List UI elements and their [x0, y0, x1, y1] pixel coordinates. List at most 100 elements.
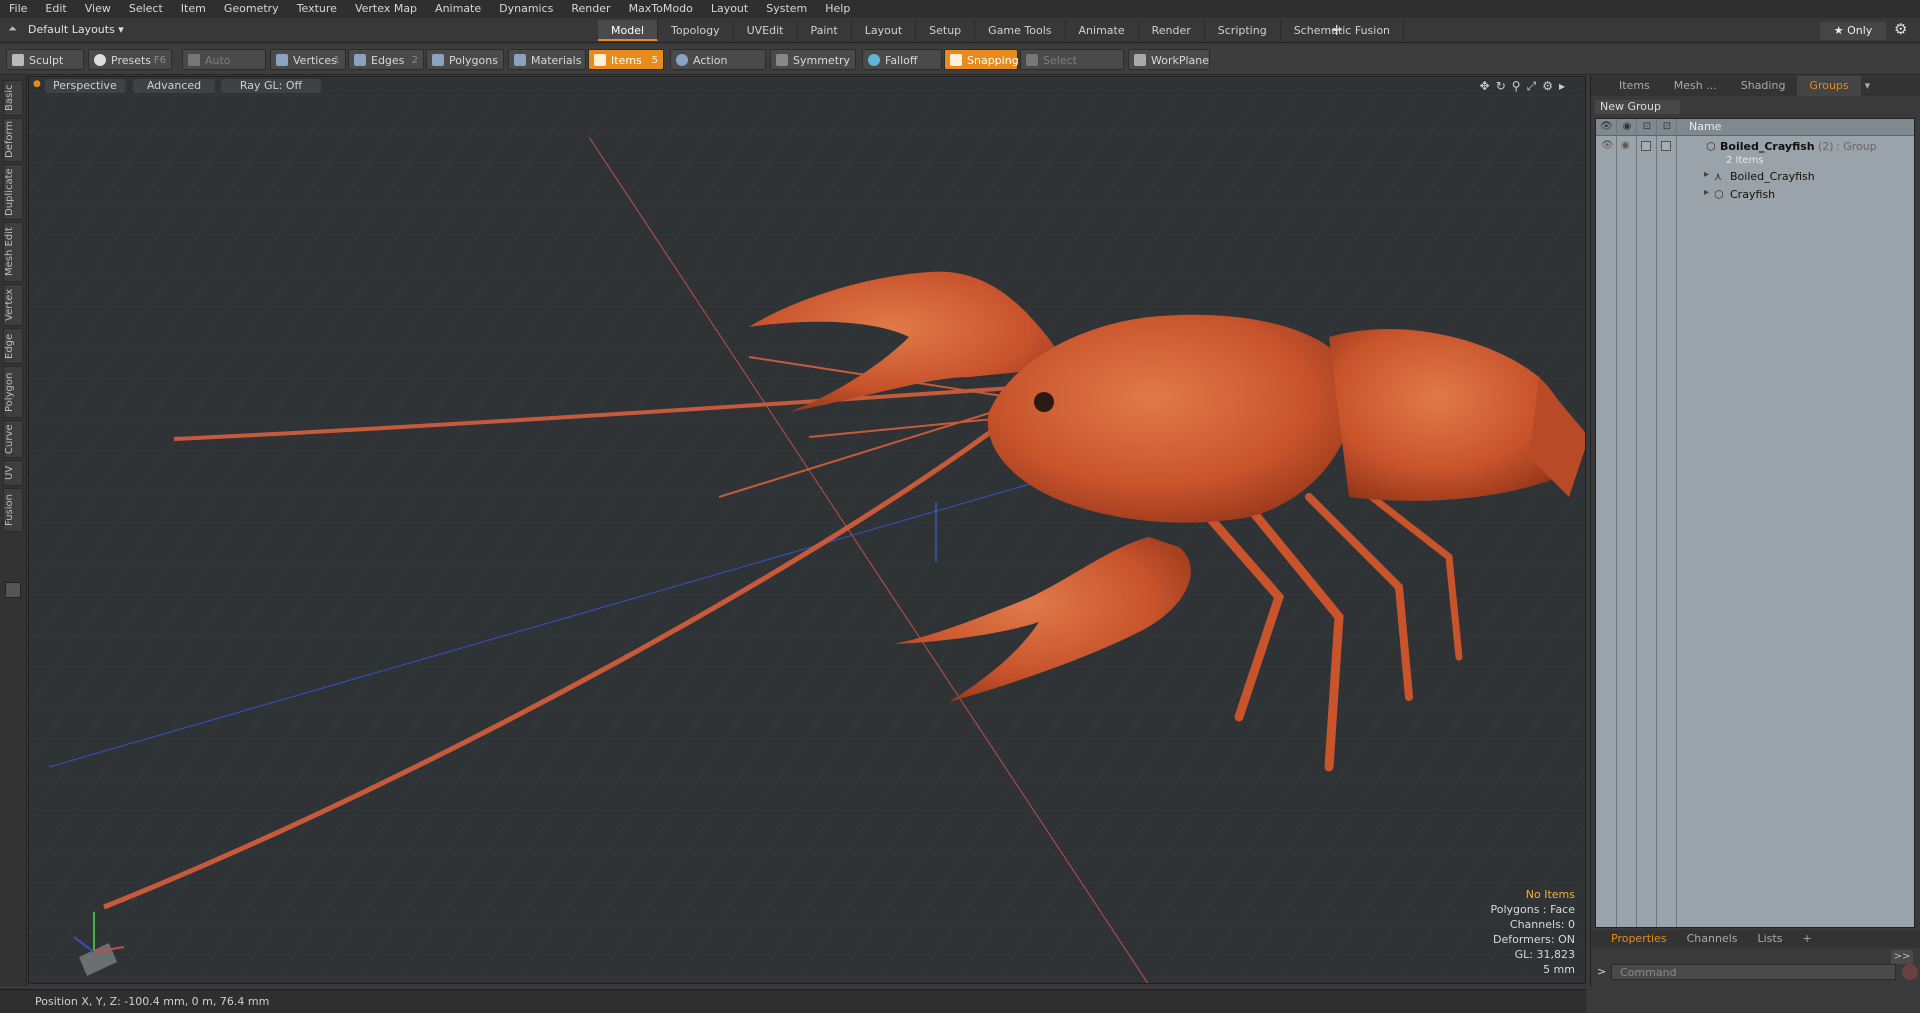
visibility-eye-icon[interactable]: 👁	[1601, 140, 1614, 151]
tab-game-tools[interactable]: Game Tools	[975, 20, 1066, 41]
menu-select[interactable]: Select	[120, 0, 172, 18]
sculpt-button[interactable]: Sculpt	[6, 49, 84, 70]
tab-items[interactable]: Items	[1591, 76, 1662, 96]
move-view-icon[interactable]: ✥	[1480, 79, 1490, 94]
col-divider	[1636, 119, 1637, 927]
tab-setup[interactable]: Setup	[916, 20, 976, 41]
raygl-toggle[interactable]: Ray GL: Off	[221, 79, 321, 93]
tab-model[interactable]: Model	[598, 20, 659, 41]
menu-animate[interactable]: Animate	[426, 0, 490, 18]
rotate-view-icon[interactable]: ↻	[1496, 79, 1506, 94]
vtab-mesh-edit[interactable]: Mesh Edit	[3, 222, 23, 282]
vtab-uv[interactable]: UV	[3, 460, 23, 486]
maximize-icon[interactable]: ⤢	[1527, 79, 1537, 94]
items-icon	[594, 54, 606, 66]
expand-arrow-icon[interactable]: ▸	[1704, 187, 1709, 198]
menu-view[interactable]: View	[76, 0, 120, 18]
tab-layout[interactable]: Layout	[852, 20, 917, 41]
falloff-button[interactable]: Falloff	[862, 49, 942, 70]
tab-uvedit[interactable]: UVEdit	[734, 20, 798, 41]
perspective-selector[interactable]: Perspective	[45, 79, 125, 93]
render-toggle-icon[interactable]: ◉	[1621, 140, 1630, 151]
vtab-deform[interactable]: Deform	[3, 118, 23, 162]
expand-arrow-icon[interactable]: ▸	[1704, 169, 1709, 180]
menu-system[interactable]: System	[757, 0, 816, 18]
command-history-button[interactable]	[1902, 964, 1918, 980]
layout-selector[interactable]: Default Layouts ▾	[28, 22, 124, 38]
advanced-shading-selector[interactable]: Advanced	[133, 79, 215, 93]
menu-geometry[interactable]: Geometry	[215, 0, 288, 18]
tab-groups[interactable]: Groups	[1797, 76, 1861, 96]
menu-dynamics[interactable]: Dynamics	[490, 0, 562, 18]
menu-help[interactable]: Help	[816, 0, 859, 18]
command-input[interactable]: Command	[1611, 964, 1896, 980]
tab-paint[interactable]: Paint	[798, 20, 852, 41]
viewport-nav-icons: ✥ ↻ ⚲ ⤢ ⚙ ▸	[1480, 79, 1565, 94]
polygons-button[interactable]: Polygons	[426, 49, 504, 70]
tab-mesh[interactable]: Mesh ...	[1662, 76, 1729, 96]
info-deformers: Deformers: ON	[1493, 933, 1575, 946]
tab-animate[interactable]: Animate	[1066, 20, 1139, 41]
menu-file[interactable]: File	[0, 0, 36, 18]
auto-select-button[interactable]: Auto Select	[182, 49, 266, 88]
expand-panel-button[interactable]: >>	[1891, 950, 1913, 964]
panel-toggle[interactable]	[5, 582, 21, 598]
snapping-button[interactable]: Snapping	[944, 49, 1019, 70]
3d-viewport[interactable]: ● Perspective Advanced Ray GL: Off ✥ ↻ ⚲…	[28, 76, 1586, 984]
tab-properties[interactable]: Properties	[1591, 930, 1677, 948]
render-col-icon[interactable]: ◉	[1621, 121, 1633, 133]
play-arrow-icon[interactable]: ▸	[1559, 79, 1565, 94]
menu-layout[interactable]: Layout	[702, 0, 757, 18]
menu-texture[interactable]: Texture	[288, 0, 346, 18]
tab-channels[interactable]: Channels	[1677, 930, 1748, 948]
materials-button[interactable]: Materials	[508, 49, 586, 70]
tab-render[interactable]: Render	[1139, 20, 1205, 41]
zoom-icon[interactable]: ⚲	[1512, 79, 1521, 94]
vtab-fusion[interactable]: Fusion	[3, 488, 23, 532]
symmetry-button[interactable]: Symmetry	[770, 49, 856, 70]
collapse-icon[interactable]: ⏶	[8, 22, 17, 36]
menu-maxtomodo[interactable]: MaxToModo	[620, 0, 702, 18]
edges-label: Edges	[371, 54, 405, 67]
vtab-polygon[interactable]: Polygon	[3, 366, 23, 418]
add-tab-button[interactable]: +	[1330, 20, 1343, 40]
ground-grid	[29, 77, 1585, 983]
child-item-crayfish: Crayfish	[1730, 188, 1776, 201]
vtab-basic[interactable]: Basic	[3, 80, 23, 116]
menu-render[interactable]: Render	[562, 0, 619, 18]
visibility-col-icon[interactable]: 👁	[1600, 121, 1613, 133]
menu-vertex-map[interactable]: Vertex Map	[346, 0, 426, 18]
new-group-button[interactable]: New Group	[1595, 100, 1680, 114]
lock-col-icon[interactable]: ⊡	[1641, 121, 1653, 133]
tree-row-group[interactable]: 👁 ◉ ⬡ Boiled_Crayfish (2) : Group	[1596, 139, 1914, 154]
add-panel-tab[interactable]: +	[1792, 930, 1821, 948]
menu-item[interactable]: Item	[172, 0, 215, 18]
gear-icon[interactable]: ⚙	[1894, 20, 1907, 38]
presets-button[interactable]: Presets F6	[88, 49, 172, 70]
tab-lists[interactable]: Lists	[1748, 930, 1793, 948]
action-center-button[interactable]: Action Center	[670, 49, 766, 88]
only-button[interactable]: ★ Only	[1820, 22, 1886, 40]
vtab-curve[interactable]: Curve	[3, 420, 23, 458]
select-through-button[interactable]: Select Through	[1020, 49, 1124, 88]
vertices-label: Vertices	[293, 54, 337, 67]
tab-scripting[interactable]: Scripting	[1205, 20, 1281, 41]
vtab-vertex[interactable]: Vertex	[3, 284, 23, 326]
items-button[interactable]: Items 5	[588, 49, 664, 70]
edges-button[interactable]: Edges 2	[348, 49, 424, 70]
tab-shading[interactable]: Shading	[1729, 76, 1798, 96]
select-checkbox[interactable]	[1661, 141, 1671, 151]
workplane-button[interactable]: WorkPlane	[1128, 49, 1210, 70]
tabs-dropdown-icon[interactable]: ▾	[1861, 76, 1875, 96]
select-col-icon[interactable]: ⊡	[1661, 121, 1673, 133]
vertices-button[interactable]: Vertices 1	[270, 49, 346, 70]
tab-topology[interactable]: Topology	[658, 20, 734, 41]
name-column-header[interactable]: Name	[1689, 120, 1721, 133]
lock-checkbox[interactable]	[1641, 141, 1651, 151]
tree-row-child[interactable]: ▸ ⋏ Boiled_Crayfish	[1596, 169, 1914, 184]
vtab-edge[interactable]: Edge	[3, 328, 23, 364]
vtab-duplicate[interactable]: Duplicate	[3, 164, 23, 220]
viewport-settings-icon[interactable]: ⚙	[1542, 79, 1553, 94]
tree-row-child[interactable]: ▸ ⬡ Crayfish	[1596, 187, 1914, 202]
menu-edit[interactable]: Edit	[36, 0, 75, 18]
